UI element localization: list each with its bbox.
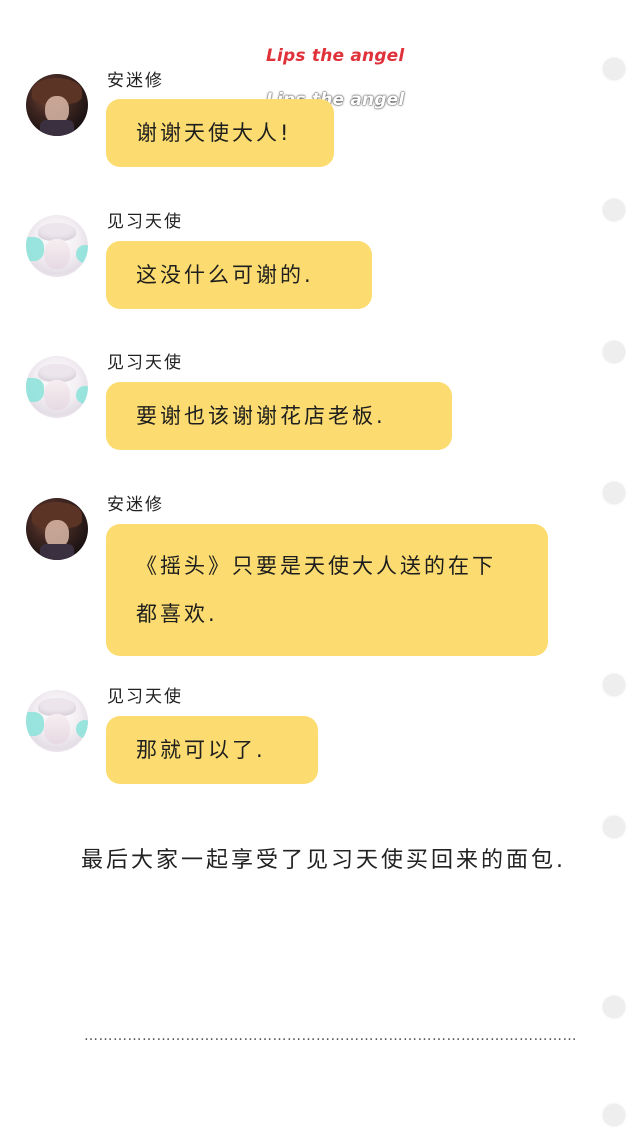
decor-shape (76, 245, 88, 263)
music-title-overlay: Lips the angel (266, 46, 405, 66)
sender-name: 安迷修 (107, 71, 164, 91)
side-dot (603, 199, 625, 221)
face-shape (44, 380, 70, 410)
sender-name: 见习天使 (107, 212, 183, 232)
side-dot (603, 58, 625, 80)
decor-shape (26, 378, 44, 402)
side-dot (603, 341, 625, 363)
dotted-separator: ………………………………………………………………………………………… (84, 1028, 577, 1044)
decor-shape (76, 720, 88, 738)
avatar-angel[interactable] (26, 356, 88, 418)
decor-shape (76, 386, 88, 404)
side-dot (603, 1104, 625, 1126)
sender-name: 安迷修 (107, 495, 164, 515)
sender-name: 见习天使 (107, 353, 183, 373)
face-shape (44, 239, 70, 269)
decor-shape (26, 237, 44, 261)
side-dot (603, 996, 625, 1018)
collar-shape (40, 120, 74, 136)
avatar-anmixiu[interactable] (26, 498, 88, 560)
message-bubble: 谢谢天使大人! (106, 99, 334, 167)
avatar-angel[interactable] (26, 690, 88, 752)
side-dot (603, 816, 625, 838)
narration-paragraph: 最后大家一起享受了见习天使买回来的面包. (81, 848, 566, 873)
avatar-angel[interactable] (26, 215, 88, 277)
face-shape (44, 714, 70, 744)
collar-shape (40, 544, 74, 560)
side-dot (603, 674, 625, 696)
sender-name: 见习天使 (107, 687, 183, 707)
message-bubble: 这没什么可谢的. (106, 241, 372, 309)
message-bubble: 那就可以了. (106, 716, 318, 784)
message-bubble: 《摇头》只要是天使大人送的在下都喜欢. (106, 524, 548, 656)
message-bubble: 要谢也该谢谢花店老板. (106, 382, 452, 450)
avatar-anmixiu[interactable] (26, 74, 88, 136)
decor-shape (26, 712, 44, 736)
side-dot (603, 482, 625, 504)
